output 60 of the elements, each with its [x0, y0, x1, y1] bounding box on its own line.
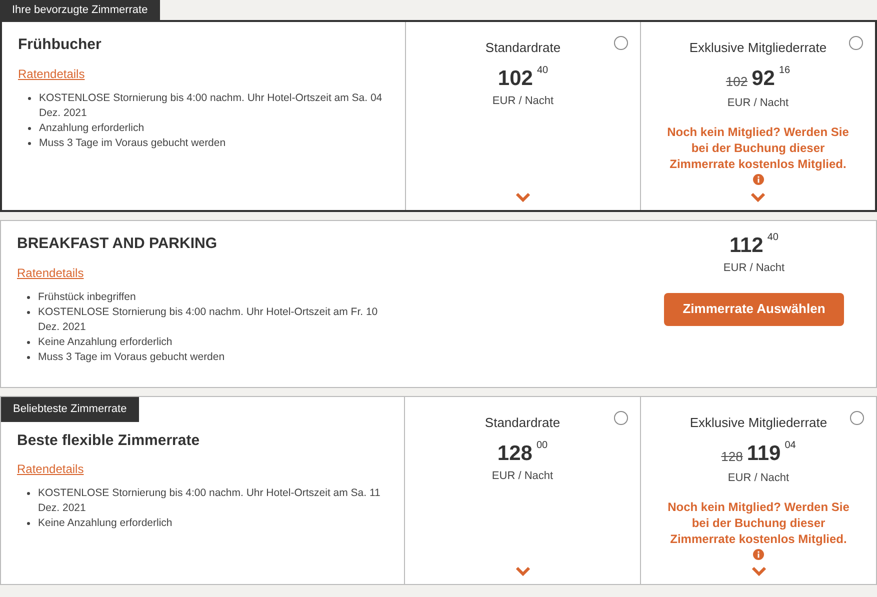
rate-condition: Muss 3 Tage im Voraus gebucht werden: [38, 350, 226, 364]
radio-button[interactable]: [850, 411, 864, 425]
price: 102: [498, 68, 533, 88]
chevron-down-icon[interactable]: [750, 566, 766, 576]
rate-condition: Frühstück inbegriffen: [38, 290, 137, 304]
price-unit: EUR / Nacht: [727, 96, 789, 111]
rate-type-label: Standardrate: [484, 414, 560, 432]
bullet-icon: [28, 126, 31, 130]
rate-details-link[interactable]: Ratendetails: [17, 264, 84, 282]
rate-title: BREAKFAST AND PARKING: [17, 234, 218, 254]
rate-type-label: Exklusive Mitgliederrate: [690, 414, 828, 432]
info-icon: [753, 548, 764, 560]
price-unit: EUR / Nacht: [728, 471, 790, 486]
price: 112: [729, 235, 764, 256]
membership-note: Noch kein Mitglied? Werden Sie bei der Buchung dieser Zimmerrate kostenlos Mitglied.: [666, 498, 850, 546]
price-unit: EUR / Nacht: [492, 94, 554, 108]
info-icon: [752, 174, 764, 184]
rate-condition: KOSTENLOSE Stornierung bis 4:00 nachm. Uhr Hotel-Ortszeit am Sa. 11 Dez. 2021: [38, 486, 382, 516]
rate-condition: Anzahlung erforderlich: [39, 120, 146, 136]
bullet-icon: [27, 522, 30, 525]
rate-condition: Keine Anzahlung erforderlich: [38, 334, 174, 350]
price-unit: EUR / Nacht: [723, 261, 785, 276]
rate-type-label: Standardrate: [485, 39, 561, 57]
price-cents: 40: [536, 66, 548, 76]
old-price: 128: [721, 448, 743, 466]
radio-button[interactable]: [614, 411, 628, 425]
price: 119: [746, 442, 781, 464]
price-cents: 16: [778, 66, 790, 76]
price: 92: [752, 68, 775, 88]
radio-button[interactable]: [849, 36, 863, 50]
chevron-down-icon[interactable]: [514, 566, 530, 576]
preferred-rate-tag: Ihre bevorzugte Zimmerrate: [0, 0, 160, 20]
bullet-icon: [27, 296, 30, 298]
bullet-icon: [27, 492, 30, 495]
rate-condition: KOSTENLOSE Stornierung bis 4:00 nachm. Uhr Hotel-Ortszeit am Fr. 10 Dez. 2021: [38, 304, 379, 334]
price-unit: EUR / Nacht: [492, 468, 554, 484]
chevron-down-icon[interactable]: [515, 192, 531, 202]
price-cents: 04: [784, 440, 796, 450]
radio-button[interactable]: [614, 36, 628, 50]
chevron-down-icon[interactable]: [750, 192, 766, 202]
select-rate-button[interactable]: Zimmerrate Auswählen: [664, 292, 844, 326]
bullet-icon: [28, 142, 31, 144]
rate-details-link[interactable]: Ratendetails: [17, 460, 84, 478]
membership-note: Noch kein Mitglied? Werden Sie bei der Buchung dieser Zimmerrate kostenlos Mitglied.: [666, 124, 850, 172]
rate-condition: Keine Anzahlung erforderlich: [38, 516, 174, 531]
bullet-icon: [27, 310, 30, 314]
badge: Beliebteste Zimmerrate: [1, 397, 139, 422]
price-cents: 40: [767, 233, 778, 243]
rate-title: Frühbucher: [18, 35, 102, 55]
rate-type-label: Exklusive Mitgliederrate: [689, 39, 827, 57]
bullet-icon: [27, 356, 30, 358]
price-cents: 00: [536, 440, 548, 450]
rate-title: Beste flexible Zimmerrate: [17, 430, 201, 450]
rate-details-link[interactable]: Ratendetails: [18, 64, 85, 82]
old-price: 102: [726, 72, 748, 90]
rate-condition: Muss 3 Tage im Voraus gebucht werden: [39, 136, 227, 150]
bullet-icon: [27, 340, 30, 344]
rate-condition: KOSTENLOSE Stornierung bis 4:00 nachm. Uhr Hotel-Ortszeit am Sa. 04 Dez. 2021: [39, 90, 384, 120]
price: 128: [497, 442, 532, 464]
bullet-icon: [28, 96, 31, 100]
